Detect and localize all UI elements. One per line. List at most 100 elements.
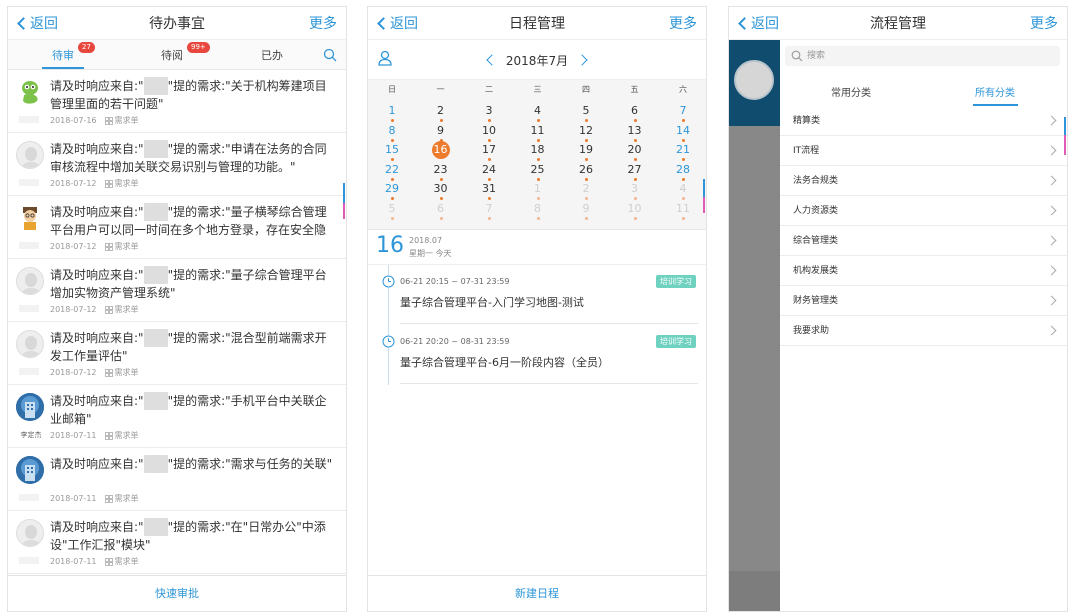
list-item[interactable]: 请及时响应来自:" "提的需求:"量子横琴综合管理平台用户可以同一时间在多个地方… [8,196,346,259]
list-item[interactable]: 请及时响应来自:" "提的需求:"需求与任务的关联" 2018-07-11 需求单 [8,448,346,511]
category-item[interactable]: 人力资源类 [780,196,1067,226]
calendar-day[interactable]: 15 [368,141,416,161]
calendar-day[interactable]: 2 [417,102,465,122]
calendar-day[interactable]: 4 [514,102,562,122]
calendar-day[interactable]: 10 [465,122,513,142]
calendar-day[interactable]: 9 [562,200,610,220]
tab-pending-read[interactable]: 待阅 99+ [161,42,210,63]
calendar-day[interactable]: 5 [368,200,416,220]
more-button[interactable]: 更多 [669,13,697,33]
back-button[interactable]: 返回 [376,13,418,33]
item-message: 请及时响应来自:" "提的需求:"手机平台中关联企业邮箱" [50,392,335,428]
calendar-day[interactable]: 8 [368,122,416,142]
calendar-day[interactable]: 24 [465,161,513,181]
chevron-right-icon [1046,265,1057,276]
calendar-day[interactable]: 25 [514,161,562,181]
list-item[interactable]: 请及时响应来自:" "提的需求:"申请在法务的合同审核流程中增加关联交易识别与管… [8,133,346,196]
tab-done[interactable]: 已办 [261,47,283,63]
calendar-day[interactable]: 19 [562,141,610,161]
calendar-day[interactable]: 13 [611,122,659,142]
chevron-right-icon [1046,175,1057,186]
scrollbar[interactable] [343,183,345,203]
calendar-day[interactable]: 5 [562,102,610,122]
event-item[interactable]: 06-21 20:15 ~ 07-31 23:59 培训学习 量子综合管理平台-入门… [368,265,706,325]
category-item[interactable]: 精算类 [780,106,1067,136]
category-item[interactable]: 法务合规类 [780,166,1067,196]
category-label: 综合管理类 [793,236,839,246]
avatar [16,393,44,421]
avatar [16,519,44,547]
calendar-day[interactable]: 1 [514,180,562,200]
category-item[interactable]: 机构发展类 [780,256,1067,286]
prev-month-icon[interactable] [486,54,498,66]
calendar-day[interactable]: 7 [465,200,513,220]
scrollbar[interactable] [1064,117,1066,135]
calendar-day[interactable]: 22 [368,161,416,181]
category-item[interactable]: 综合管理类 [780,226,1067,256]
calendar-day[interactable]: 30 [417,180,465,200]
day-number: 6 [631,104,638,117]
list-item[interactable]: 请及时响应来自:" "提的需求:"在"日常办公"中添设"工作汇报"模块" 2018… [8,511,346,574]
tab-pending-review[interactable]: 待审 27 [52,42,95,63]
calendar-day[interactable]: 28 [659,161,706,181]
calendar-day[interactable]: 6 [611,102,659,122]
list-item[interactable]: 请及时响应来自:" "提的需求:"混合型前端需求开发工作量评估" 2018-07-… [8,322,346,385]
calendar-day[interactable]: 29 [368,180,416,200]
category-item[interactable]: IT流程 [780,136,1067,166]
calendar-day[interactable]: 14 [659,122,706,142]
calendar-day[interactable]: 12 [562,122,610,142]
back-button[interactable]: 返回 [16,13,58,33]
calendar-day[interactable]: 6 [417,200,465,220]
new-schedule-button[interactable]: 新建日程 [368,575,706,611]
calendar-day[interactable]: 23 [417,161,465,181]
calendar-day[interactable]: 2 [562,180,610,200]
list-item[interactable]: 李定杰 请及时响应来自:" "提的需求:"手机平台中关联企业邮箱" 2018-07-… [8,385,346,448]
more-button[interactable]: 更多 [309,13,337,33]
tab-all-categories[interactable]: 所有分类 [975,84,1015,99]
item-message: 请及时响应来自:" "提的需求:"量子横琴综合管理平台用户可以同一时间在多个地方… [50,203,335,239]
avatar[interactable] [734,60,774,100]
list-item[interactable]: 请及时响应来自:" "提的需求:"关于机构筹建项目管理里面的若干问题" 2018-… [8,70,346,133]
calendar-day[interactable]: 11 [514,122,562,142]
calendar-day[interactable]: 4 [659,180,706,200]
search-icon[interactable] [323,48,337,62]
calendar-day[interactable]: 1 [368,102,416,122]
calendar-day[interactable]: 27 [611,161,659,181]
next-month-icon[interactable] [576,54,588,66]
selected-year-month: 2018.07 [409,236,443,245]
calendar-day[interactable]: 21 [659,141,706,161]
weekday-label: 日 [388,85,396,94]
day-number: 20 [627,143,642,156]
calendar-day[interactable]: 18 [514,141,562,161]
calendar-day[interactable]: 20 [611,141,659,161]
calendar-header: 2018年7月 [368,40,706,80]
event-item[interactable]: 06-21 20:20 ~ 08-31 23:59 培训学习 量子综合管理平台-6月… [368,325,706,385]
calendar-day[interactable]: 26 [562,161,610,181]
day-number: 8 [534,201,541,215]
calendar-day[interactable]: 16 [417,141,465,160]
calendar-day[interactable]: 8 [514,200,562,220]
day-number: 11 [676,201,690,215]
more-button[interactable]: 更多 [1030,13,1058,33]
tab-common-categories[interactable]: 常用分类 [831,84,871,99]
calendar-day[interactable]: 9 [417,122,465,142]
schedule-screen: 返回 日程管理 更多 2018年7月 日一二三四五六 1 2 3 4 5 6 7 8 9 10 11… [367,6,707,612]
calendar-day[interactable]: 11 [659,200,706,220]
category-item[interactable]: 财务管理类 [780,286,1067,316]
list-item[interactable]: 请及时响应来自:" "提的需求:"量子综合管理平台增加实物资产管理系统" 2018… [8,259,346,322]
item-date: 2018-07-11 [50,494,97,503]
search-input[interactable]: 搜索 [785,46,1060,66]
back-button[interactable]: 返回 [737,13,779,33]
clock-icon [382,275,395,288]
calendar-day[interactable]: 3 [465,102,513,122]
calendar-day[interactable]: 17 [465,141,513,161]
calendar-day[interactable]: 10 [611,200,659,220]
calendar-day[interactable]: 31 [465,180,513,200]
category-item[interactable]: 我要求助 [780,316,1067,346]
quick-approve-button[interactable]: 快速审批 [8,575,346,611]
calendar-day[interactable]: 3 [611,180,659,200]
side-drawer-backdrop[interactable] [729,40,780,611]
calendar-day[interactable]: 7 [659,102,706,122]
scrollbar[interactable] [703,179,705,197]
form-icon [104,305,113,314]
